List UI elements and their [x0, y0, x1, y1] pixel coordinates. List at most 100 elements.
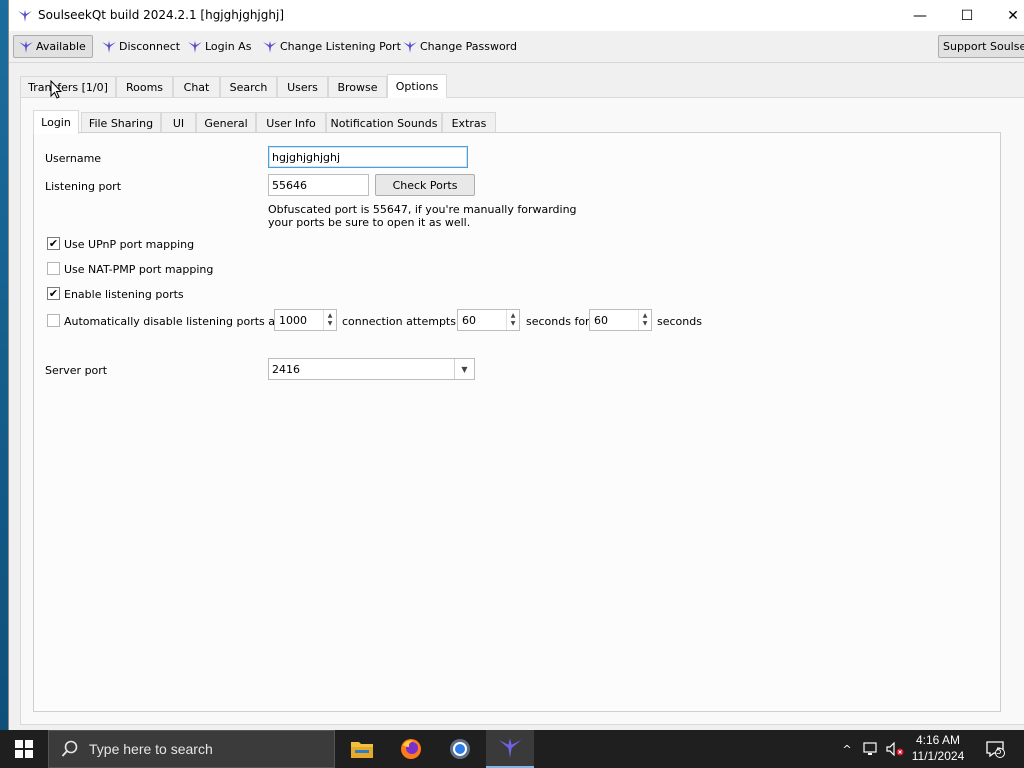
notification-center[interactable]: 5: [980, 730, 1010, 768]
tab-browse-label: Browse: [337, 81, 378, 94]
spin-up-icon: ▲: [327, 312, 333, 319]
search-icon: [61, 740, 78, 757]
taskbar-clock[interactable]: 4:16 AM 11/1/2024: [905, 732, 971, 764]
show-hidden-icons[interactable]: ^: [838, 730, 856, 768]
tab-options-label: Options: [395, 80, 439, 93]
title-bar[interactable]: SoulseekQt build 2024.2.1 [hgjghjghjghj]…: [9, 0, 1024, 31]
taskbar-search-box[interactable]: Type here to search: [48, 730, 335, 768]
seconds-for-label: seconds for: [526, 315, 590, 328]
tab-general-label: General: [204, 117, 248, 130]
checkmark-icon: ✔: [48, 287, 59, 300]
enable-listening-label: Enable listening ports: [64, 288, 184, 301]
tab-general[interactable]: General: [196, 112, 256, 134]
available-label: Available: [36, 40, 86, 53]
duration-spinbox[interactable]: 60 ▲ ▼: [589, 309, 652, 331]
check-ports-label: Check Ports: [392, 178, 458, 192]
network-tray[interactable]: [860, 730, 882, 768]
tab-rooms[interactable]: Rooms: [116, 76, 173, 98]
tab-file-sharing[interactable]: File Sharing: [81, 112, 161, 134]
attempts-value: 1000: [279, 314, 307, 327]
nat-pmp-checkbox[interactable]: [47, 262, 60, 275]
volume-tray[interactable]: [884, 730, 906, 768]
minimize-icon: —: [913, 7, 927, 24]
start-button[interactable]: [0, 730, 48, 768]
clock-time: 4:16 AM: [915, 733, 961, 747]
toolbar: Available Disconnect Login As Change Lis…: [9, 31, 1024, 63]
tab-notification-sounds-label: Notification Sounds: [330, 117, 438, 130]
chevron-up-icon: ^: [842, 742, 852, 756]
firefox-app[interactable]: [387, 730, 435, 768]
tab-browse[interactable]: Browse: [328, 76, 387, 98]
listening-port-input[interactable]: 55646: [268, 174, 369, 196]
bird-icon: [403, 40, 417, 53]
firefox-icon: [401, 739, 421, 759]
username-label: Username: [45, 152, 102, 165]
checkmark-icon: ✔: [48, 237, 59, 250]
tab-search[interactable]: Search: [220, 76, 277, 98]
minimize-button[interactable]: —: [897, 0, 943, 31]
tab-extras[interactable]: Extras: [442, 112, 496, 134]
tab-notification-sounds[interactable]: Notification Sounds: [326, 112, 442, 134]
tab-extras-label: Extras: [451, 117, 487, 130]
network-icon: [863, 742, 877, 755]
tab-transfers-label: Transfers [1/0]: [28, 81, 108, 94]
listening-port-label: Listening port: [45, 180, 122, 193]
tab-user-info-label: User Info: [266, 117, 316, 130]
auto-disable-checkbox[interactable]: [47, 314, 60, 327]
server-port-label: Server port: [45, 364, 108, 377]
seconds-spinbox[interactable]: 60 ▲ ▼: [457, 309, 520, 331]
chevron-down-icon[interactable]: ▼: [454, 359, 474, 379]
nat-pmp-label: Use NAT-PMP port mapping: [64, 263, 214, 276]
spin-arrows[interactable]: ▲ ▼: [638, 310, 651, 330]
tab-users[interactable]: Users: [277, 76, 328, 98]
check-ports-button[interactable]: Check Ports: [375, 174, 475, 196]
tab-file-sharing-label: File Sharing: [88, 117, 154, 130]
enable-listening-checkbox[interactable]: ✔: [47, 287, 60, 300]
server-port-select[interactable]: 2416 ▼: [268, 358, 475, 380]
login-settings-panel: [33, 132, 1001, 712]
change-password-button[interactable]: Change Password: [398, 35, 521, 58]
disconnect-button[interactable]: Disconnect: [97, 35, 184, 58]
chrome-icon: [450, 739, 470, 759]
support-soulseek-button[interactable]: Support Soulseek: [938, 35, 1024, 58]
login-as-button[interactable]: Login As: [183, 35, 255, 58]
bird-icon: [263, 40, 277, 53]
spin-arrows[interactable]: ▲ ▼: [506, 310, 519, 330]
file-explorer-app[interactable]: [338, 730, 386, 768]
tab-user-info[interactable]: User Info: [256, 112, 326, 134]
tab-login-label: Login: [41, 116, 71, 129]
tab-options[interactable]: Options: [387, 74, 447, 98]
tab-chat[interactable]: Chat: [173, 76, 220, 98]
change-listening-port-button[interactable]: Change Listening Port: [258, 35, 405, 58]
spin-up-icon: ▲: [642, 312, 648, 319]
tab-transfers[interactable]: Transfers [1/0]: [20, 76, 116, 98]
server-port-value: 2416: [272, 363, 300, 376]
upnp-label: Use UPnP port mapping: [64, 238, 195, 251]
clock-date: 11/1/2024: [911, 749, 965, 763]
maximize-icon: ☐: [960, 7, 974, 24]
upnp-checkbox[interactable]: ✔: [47, 237, 60, 250]
spin-arrows[interactable]: ▲ ▼: [323, 310, 336, 330]
chrome-app[interactable]: [436, 730, 484, 768]
soulseek-app[interactable]: [486, 730, 534, 768]
desktop-background: [0, 0, 8, 730]
available-button[interactable]: Available: [13, 35, 93, 58]
volume-muted-icon: [886, 742, 904, 756]
spin-down-icon: ▼: [642, 320, 648, 327]
bird-icon: [19, 40, 33, 53]
tab-chat-label: Chat: [183, 81, 210, 94]
tab-login[interactable]: Login: [33, 110, 79, 134]
mouse-cursor-icon: [50, 80, 62, 99]
taskbar-search-placeholder: Type here to search: [89, 741, 213, 757]
seconds-label: seconds: [657, 315, 702, 328]
support-soulseek-label: Support Soulseek: [943, 40, 1024, 53]
close-button[interactable]: ✕: [990, 0, 1024, 31]
tab-ui[interactable]: UI: [161, 112, 196, 134]
username-input[interactable]: hgjghjghjghj: [268, 146, 468, 168]
close-icon: ✕: [1007, 7, 1019, 24]
maximize-button[interactable]: ☐: [944, 0, 990, 31]
attempts-spinbox[interactable]: 1000 ▲ ▼: [274, 309, 337, 331]
tab-ui-label: UI: [172, 117, 185, 130]
window-title: SoulseekQt build 2024.2.1 [hgjghjghjghj]: [38, 8, 284, 22]
soulseek-bird-icon: [498, 738, 522, 758]
